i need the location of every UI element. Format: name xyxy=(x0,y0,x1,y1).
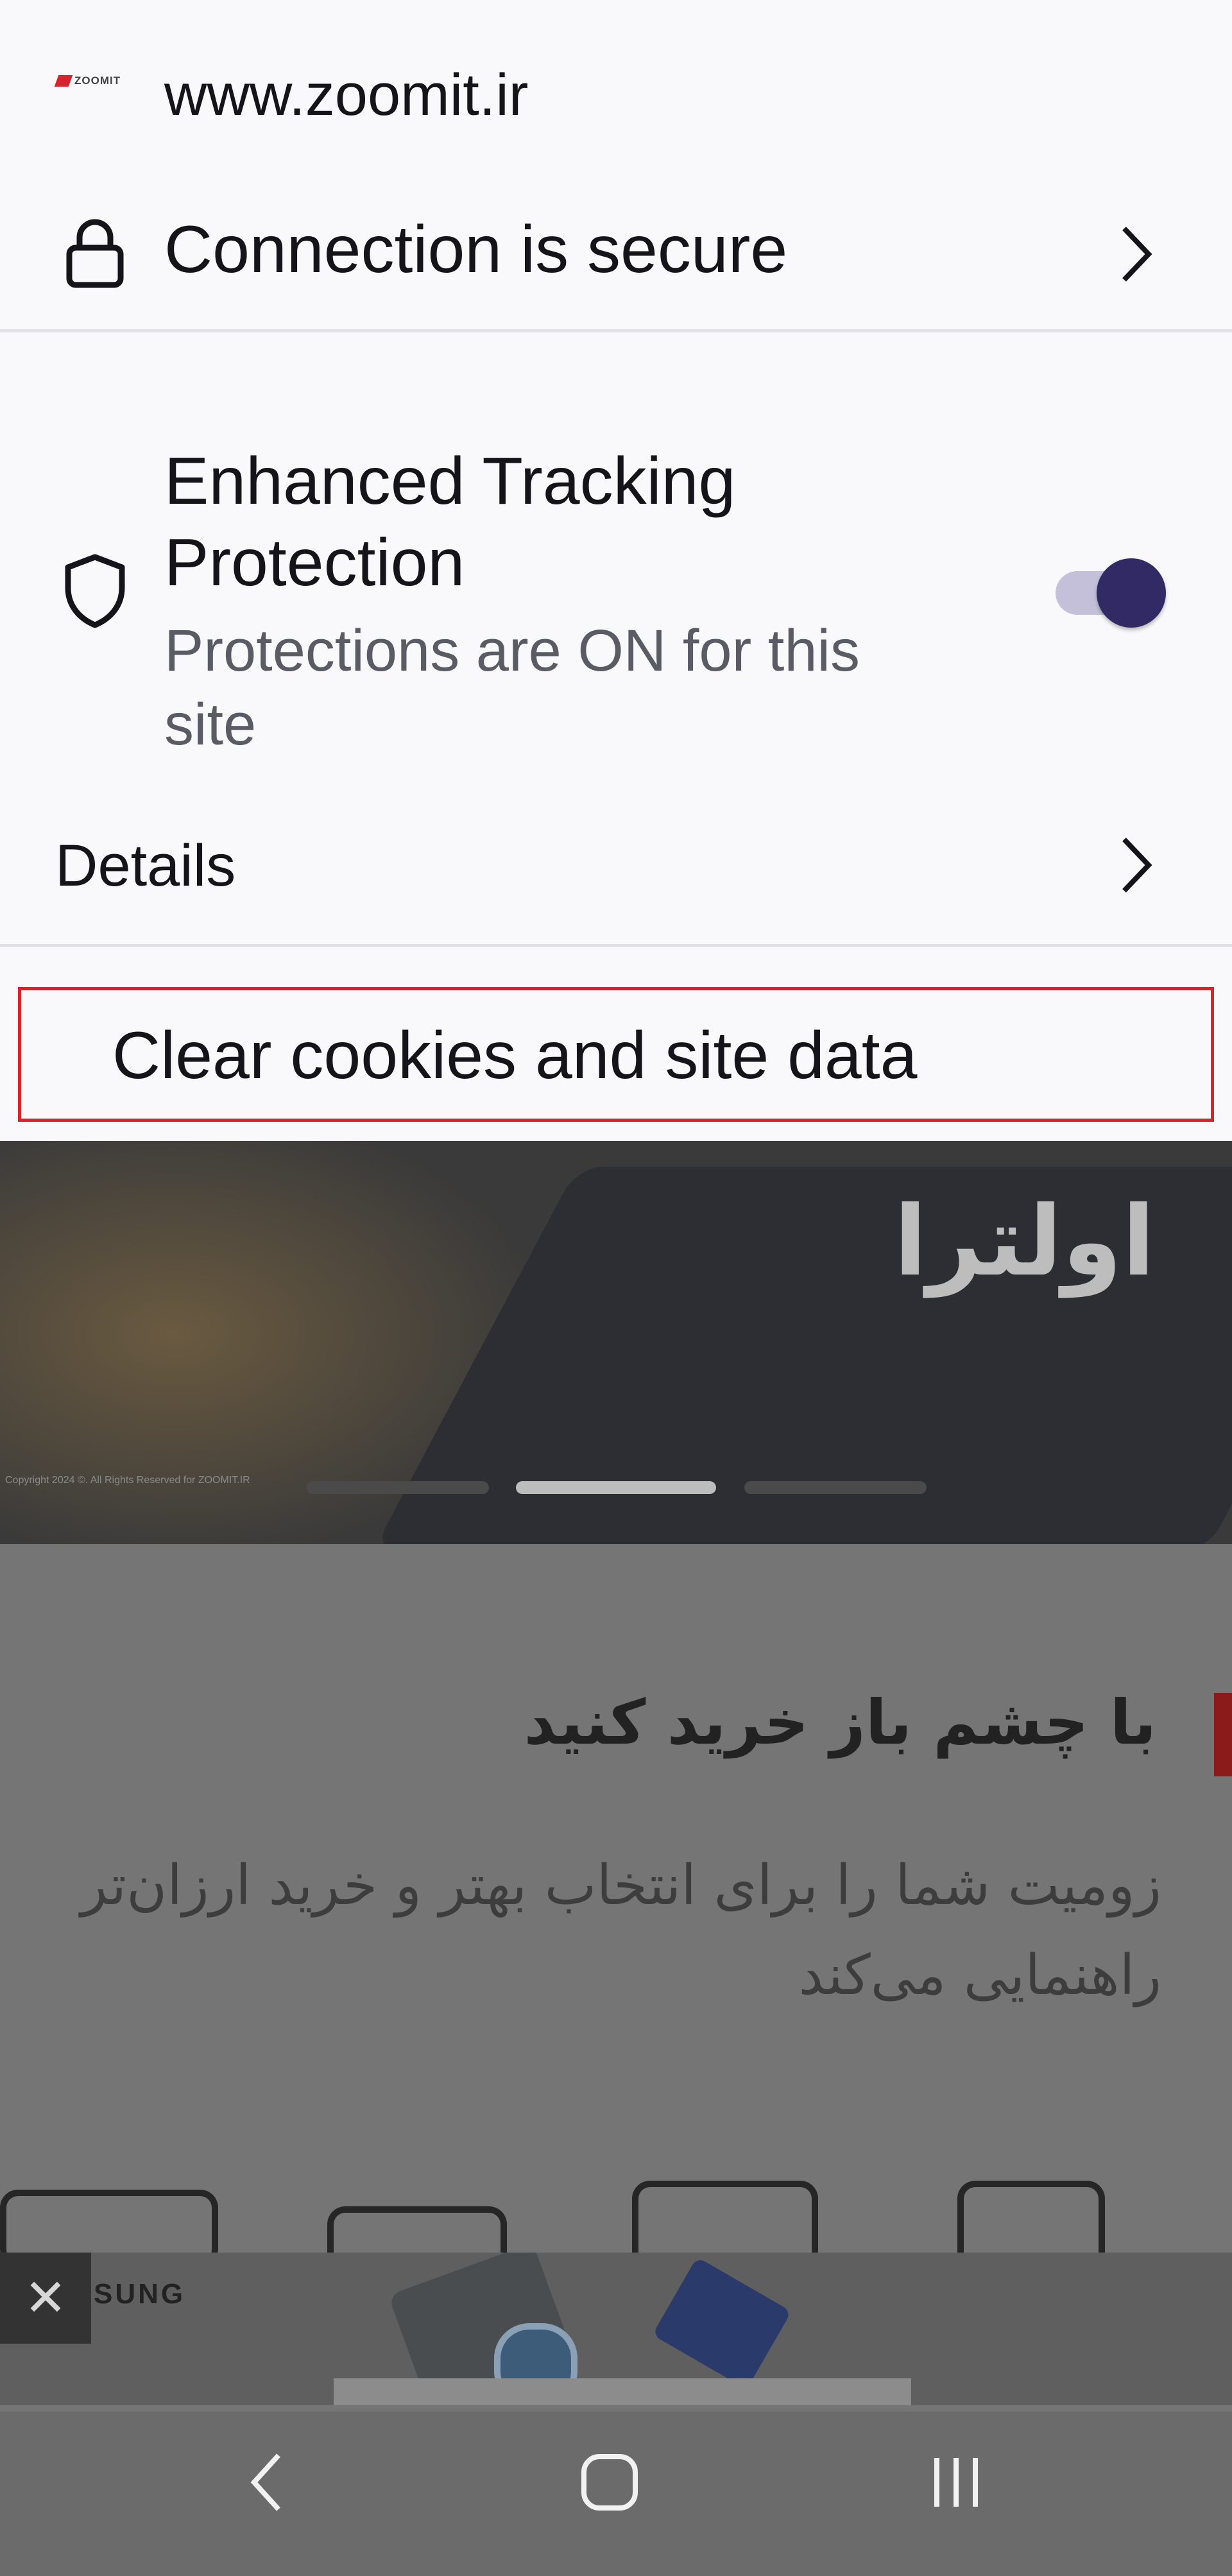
divider xyxy=(0,329,1232,332)
ad-close-button[interactable]: ✕ xyxy=(0,2253,91,2344)
details-row[interactable]: Details xyxy=(0,821,1232,911)
ad-brand: SUNG xyxy=(94,2278,186,2310)
tracking-protection-row: Enhanced Tracking Protection Protections… xyxy=(0,424,1232,770)
tracking-status-line1: Protections are ON for this xyxy=(164,618,860,683)
divider xyxy=(0,944,1232,947)
close-icon: ✕ xyxy=(24,2269,67,2326)
shield-icon xyxy=(65,554,125,628)
connection-label: Connection is secure xyxy=(164,212,788,287)
connection-row[interactable]: Connection is secure xyxy=(0,193,1232,314)
section-marker xyxy=(1214,1693,1232,1776)
toggle-knob xyxy=(1097,558,1166,628)
clear-cookies-button[interactable]: Clear cookies and site data xyxy=(18,987,1214,1122)
carousel-dot-active[interactable] xyxy=(516,1481,716,1494)
details-label: Details xyxy=(55,833,236,898)
clear-cookies-label: Clear cookies and site data xyxy=(112,1018,918,1093)
system-navigation-bar xyxy=(0,2412,1232,2576)
tracking-title-line2: Protection xyxy=(164,526,465,600)
ad-stand xyxy=(334,2378,911,2405)
back-icon[interactable] xyxy=(244,2450,289,2514)
section-heading: با چشم باز خرید کنید xyxy=(524,1687,1156,1758)
carousel-dot[interactable] xyxy=(307,1481,489,1494)
site-info-panel: ZOOMIT www.zoomit.ir Connection is secur… xyxy=(0,0,1232,1141)
tracking-status-line2: site xyxy=(164,692,257,757)
site-logo: ZOOMIT xyxy=(54,73,139,89)
carousel-dot[interactable] xyxy=(744,1481,927,1494)
recents-icon[interactable] xyxy=(924,2450,988,2514)
chevron-right-icon xyxy=(1122,837,1152,893)
home-icon[interactable] xyxy=(578,2450,642,2514)
banner-title: اولترا xyxy=(894,1186,1155,1298)
section-description: زومیت شما را برای انتخاب بهتر و خرید ارز… xyxy=(80,1853,1161,2007)
page-backdrop: اولترا Copyright 2024 ©. All Rights Rese… xyxy=(0,1141,1232,2576)
banner-copyright: Copyright 2024 ©. All Rights Reserved fo… xyxy=(5,1475,250,1486)
ad-fold-image xyxy=(652,2256,792,2390)
site-url: www.zoomit.ir xyxy=(164,62,529,128)
chevron-right-icon xyxy=(1122,227,1152,282)
hero-banner[interactable]: اولترا Copyright 2024 ©. All Rights Rese… xyxy=(0,1141,1232,1544)
site-logo-text: ZOOMIT xyxy=(74,74,121,87)
tracking-toggle[interactable] xyxy=(1056,558,1170,628)
lock-icon xyxy=(66,219,124,288)
ad-banner[interactable]: ✕ SUNG xyxy=(0,2253,1232,2405)
tracking-title-line1: Enhanced Tracking xyxy=(164,444,736,519)
